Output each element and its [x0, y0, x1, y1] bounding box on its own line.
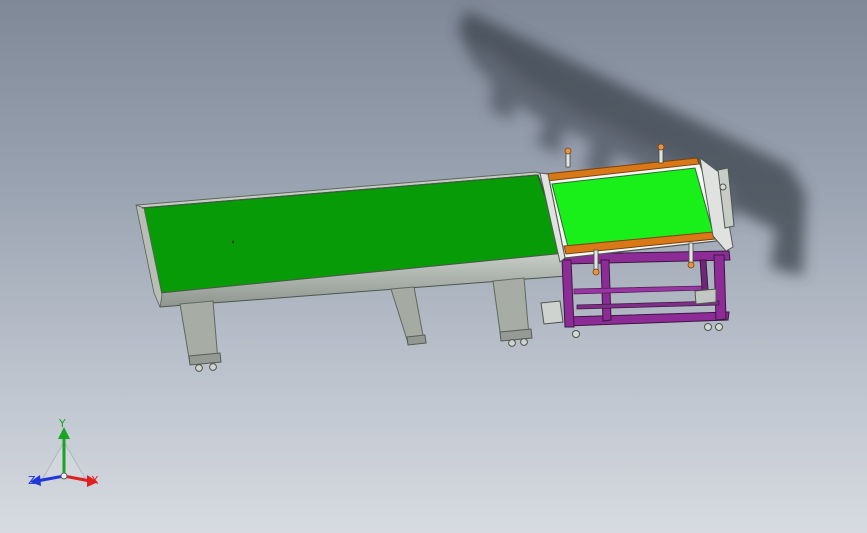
x-axis-label: X: [91, 474, 99, 487]
clamp-bottom-right-pin: [688, 242, 694, 265]
clamp-bottom-right-cap: [687, 261, 695, 269]
cad-model-view[interactable]: [0, 0, 867, 533]
middle-support-leg: [390, 286, 425, 344]
right-sensor-knob: [719, 183, 727, 191]
lift-wheel-3: [715, 323, 723, 331]
left-foot-wheel-b: [209, 363, 217, 371]
clamp-bottom-left-pin: [593, 249, 599, 272]
left-foot-wheel-a: [195, 364, 203, 372]
middle-support-foot: [406, 334, 427, 346]
triad-origin: [60, 472, 68, 480]
belt-marker-dot: [231, 240, 235, 244]
lift-frame-left-post: [561, 259, 575, 328]
lift-wheel-1: [572, 330, 580, 338]
y-axis-label: Y: [59, 417, 66, 430]
lift-control-box: [540, 300, 564, 325]
z-axis-label: Z: [28, 474, 36, 487]
lift-side-bracket: [694, 288, 717, 305]
clamp-bottom-left-cap: [592, 268, 600, 276]
lift-frame-bottom-rail: [565, 311, 730, 327]
cad-graphics-area[interactable]: Y Z X: [0, 0, 867, 533]
lift-frame-right-post: [713, 254, 727, 321]
clamp-top-right-cap: [657, 143, 665, 151]
lift-wheel-2: [704, 323, 712, 331]
right-foot-wheel-b: [520, 338, 528, 346]
lift-module: [539, 143, 735, 338]
clamp-top-left-cap: [564, 147, 572, 155]
lift-frame-diagonal: [573, 285, 704, 295]
right-foot-wheel-a: [508, 339, 516, 347]
main-conveyor: [135, 171, 567, 372]
view-triad[interactable]: Y Z X: [24, 418, 106, 494]
